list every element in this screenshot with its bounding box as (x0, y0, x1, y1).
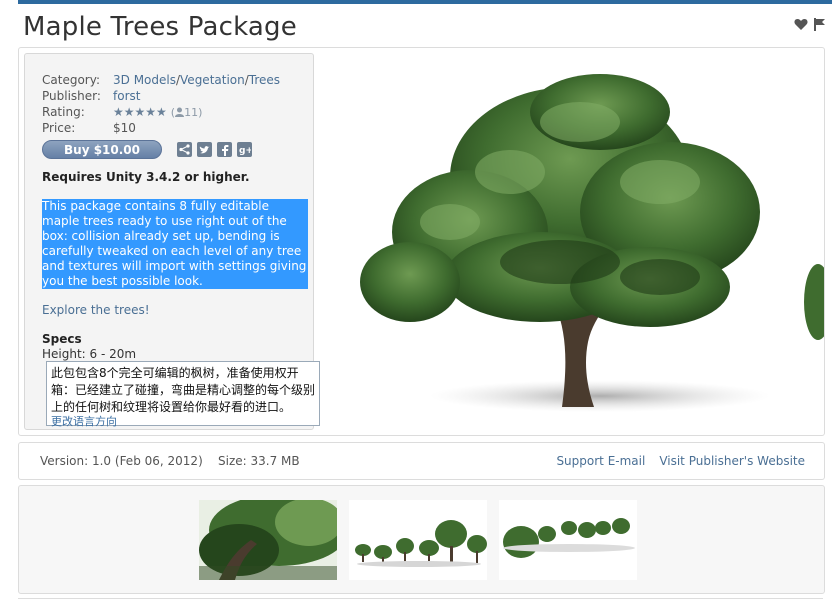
category-link-trees[interactable]: Trees (249, 73, 280, 87)
google-plus-icon[interactable]: g+ (237, 142, 252, 157)
thumbnail-1[interactable] (199, 500, 337, 580)
title-actions (794, 18, 826, 31)
thumbnail-3[interactable] (499, 500, 637, 580)
price-row: Price: $10 (42, 120, 280, 136)
version-info: Version: 1.0 (Feb 06, 2012) Size: 33.7 M… (40, 454, 300, 468)
facebook-icon[interactable] (217, 142, 232, 157)
description-text: This package contains 8 fully editable m… (42, 199, 308, 289)
size-text: Size: 33.7 MB (218, 454, 300, 468)
specs-height: Height: 6 - 20m (42, 347, 137, 361)
twitter-icon[interactable] (197, 142, 212, 157)
explore-link[interactable]: Explore the trees! (42, 303, 312, 318)
price-value: $10 (113, 121, 136, 135)
rating-row: Rating: ★★★★★ (11) (42, 104, 280, 120)
svg-text:g+: g+ (239, 146, 251, 155)
rating-stars: ★★★★★ (113, 105, 167, 119)
category-row: Category: 3D Models/Vegetation/Trees (42, 73, 281, 87)
tooltip-text: 此包包含8个完全可编辑的枫树，准备使用权开箱：已经建立了碰撞，弯曲是精心调整的每… (51, 366, 316, 414)
thumbnail-2[interactable] (349, 500, 487, 580)
hero-image-maple-tree[interactable] (330, 62, 824, 422)
share-buttons: g+ (177, 142, 252, 157)
thumbnail-strip (18, 485, 825, 594)
product-meta: Category: 3D Models/Vegetation/Trees Publ… (42, 72, 280, 136)
category-link-vegetation[interactable]: Vegetation (180, 73, 245, 87)
translation-tooltip: 此包包含8个完全可编辑的枫树，准备使用权开箱：已经建立了碰撞，弯曲是精心调整的每… (46, 361, 320, 428)
flag-icon[interactable] (814, 18, 826, 31)
change-language-direction-link[interactable]: 更改语言方向 (51, 416, 315, 428)
price-label: Price: (42, 121, 76, 135)
support-email-link[interactable]: Support E-mail (556, 454, 645, 468)
bottom-divider (18, 598, 823, 599)
version-panel: Version: 1.0 (Feb 06, 2012) Size: 33.7 M… (18, 442, 825, 480)
publisher-label: Publisher: (42, 89, 101, 103)
rating-count: (11) (171, 106, 203, 119)
publisher-link[interactable]: forst (113, 89, 140, 103)
page-title: Maple Trees Package (23, 12, 297, 42)
category-label: Category: (42, 73, 100, 87)
version-text: Version: 1.0 (Feb 06, 2012) (40, 454, 203, 468)
buy-button[interactable]: Buy $10.00 (42, 140, 162, 159)
description: Requires Unity 3.4.2 or higher. This pac… (42, 170, 312, 378)
share-icon[interactable] (177, 142, 192, 157)
publisher-row: Publisher: forst (42, 88, 280, 104)
category-link-3d-models[interactable]: 3D Models (113, 73, 176, 87)
rating-label: Rating: (42, 105, 85, 119)
top-accent-bar (18, 0, 832, 4)
unity-requirement: Requires Unity 3.4.2 or higher. (42, 170, 250, 184)
heart-icon[interactable] (794, 18, 808, 31)
publisher-links: Support E-mail Visit Publisher's Website (556, 454, 805, 468)
publisher-website-link[interactable]: Visit Publisher's Website (659, 454, 805, 468)
user-icon (175, 106, 185, 122)
specs-heading: Specs (42, 332, 82, 346)
